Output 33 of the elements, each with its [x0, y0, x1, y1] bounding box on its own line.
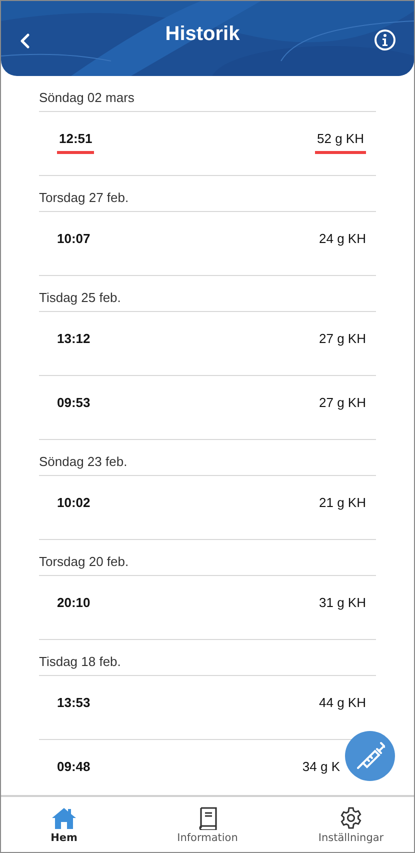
carb-amount: 44 g KH: [319, 695, 366, 712]
carb-amount: 31 g KH: [319, 595, 366, 612]
time-text: 13:12: [57, 331, 90, 348]
time-text: 12:51: [57, 131, 94, 154]
nav-tab[interactable]: Inställningar: [296, 797, 406, 852]
carb-amount: 21 g KH: [319, 495, 366, 512]
nav-tab[interactable]: Hem: [9, 797, 119, 852]
carb-amount: 24 g KH: [319, 231, 366, 248]
carb-amount: 34 g K: [302, 759, 340, 776]
date-heading: Söndag 02 mars: [39, 76, 376, 112]
date-heading: Tisdag 25 feb.: [39, 276, 376, 312]
carb-amount: 52 g KH: [315, 131, 366, 154]
settings-icon: [339, 806, 363, 830]
page-title: Historik: [165, 23, 240, 46]
home-icon: [51, 806, 77, 830]
date-heading: Söndag 23 feb.: [39, 440, 376, 476]
time-text: 10:07: [57, 231, 90, 248]
carb-amount: 27 g KH: [319, 395, 366, 412]
date-heading: Tisdag 18 feb.: [39, 640, 376, 676]
info-icon: [374, 29, 396, 51]
time-text: 20:10: [57, 595, 90, 612]
time-text: 09:53: [57, 395, 90, 412]
time-text: 10:02: [57, 495, 90, 512]
carb-amount: 27 g KH: [319, 331, 366, 348]
chevron-left-icon: [19, 33, 31, 49]
nav-tab[interactable]: Information: [152, 797, 262, 852]
time-text: 09:48: [57, 759, 90, 776]
add-injection-button[interactable]: [345, 731, 395, 781]
date-heading: Torsdag 27 feb.: [39, 176, 376, 212]
date-heading: Torsdag 20 feb.: [39, 540, 376, 576]
book-icon: [196, 806, 218, 830]
time-text: 13:53: [57, 695, 90, 712]
syringe-icon: [355, 741, 385, 771]
